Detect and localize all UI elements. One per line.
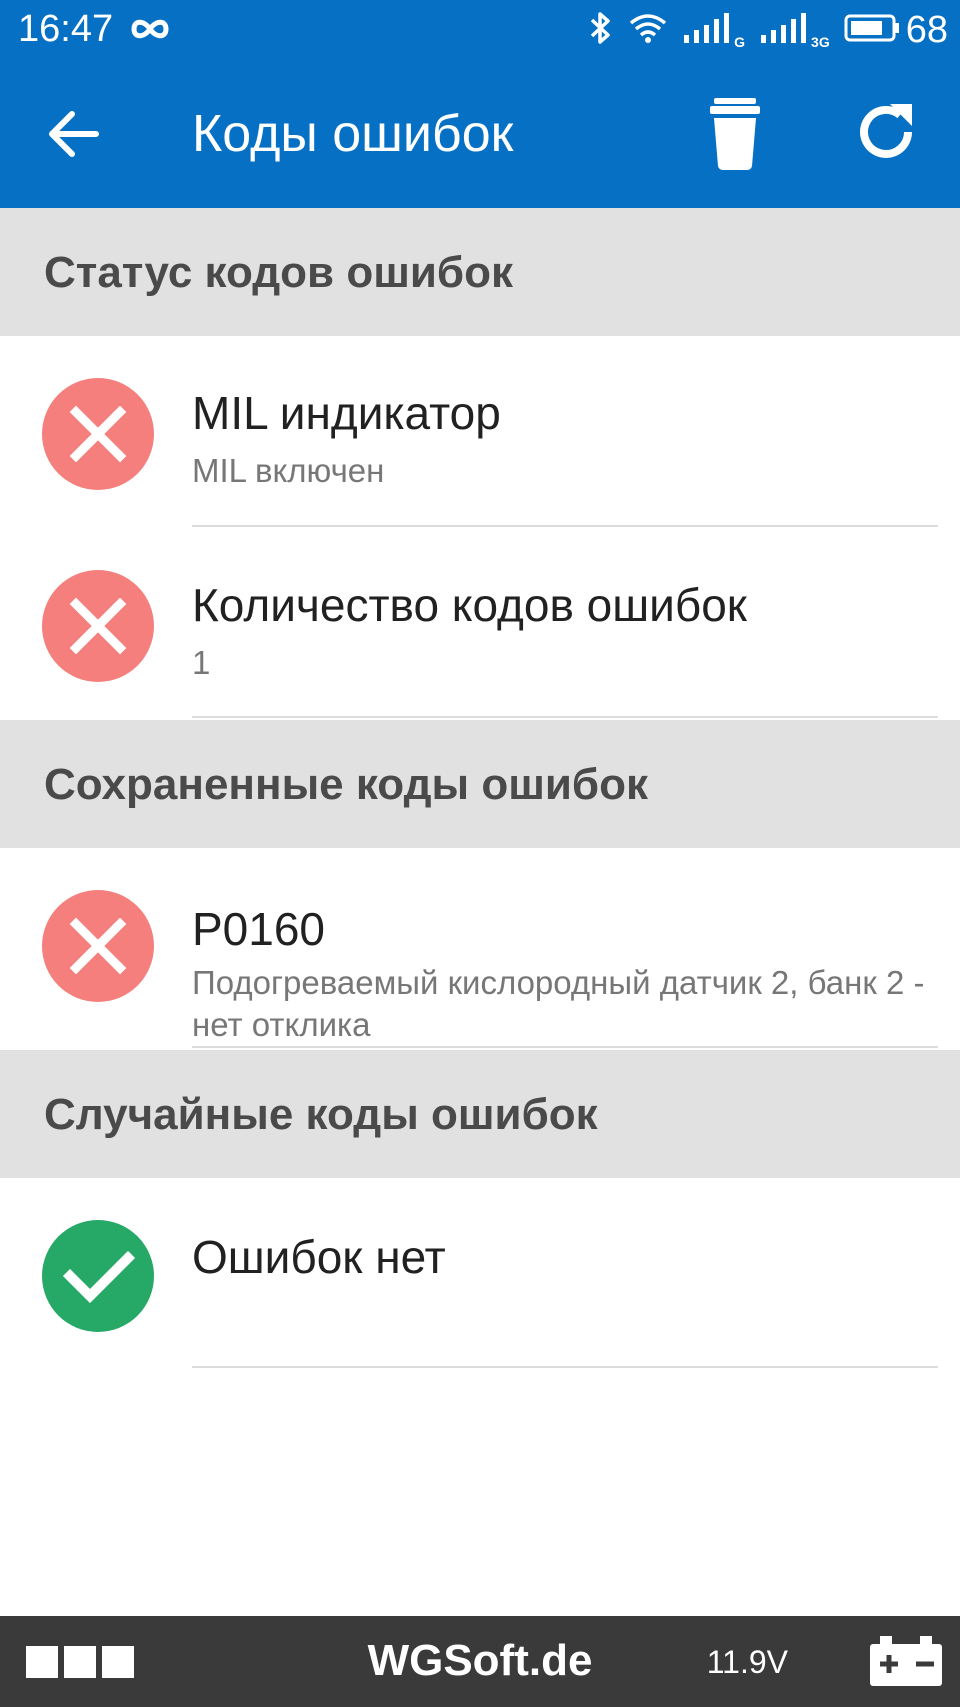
section-title: Случайные коды ошибок	[44, 1090, 598, 1139]
signal-icon	[682, 11, 732, 50]
wifi-icon	[628, 12, 668, 49]
list-item-title: P0160	[192, 903, 326, 955]
voltage-readout: 11.9V	[706, 1644, 788, 1680]
status-bar: 16:47 G 3G 68	[0, 0, 960, 60]
signal-icon	[759, 11, 809, 50]
section-header-stored: Сохраненные коды ошибок	[0, 720, 960, 848]
car-battery-icon	[870, 1636, 942, 1686]
list-item-title: MIL индикатор	[192, 387, 501, 439]
infinity-icon	[128, 12, 172, 51]
divider	[192, 1366, 938, 1368]
list-item-title: Ошибок нет	[192, 1231, 446, 1283]
error-icon	[42, 378, 154, 490]
brand-label: WGSoft.de	[367, 1636, 593, 1685]
list-item-title: Количество кодов ошибок	[192, 579, 747, 631]
battery-icon	[844, 13, 900, 48]
list-item-no-errors[interactable]: Ошибок нет	[0, 1178, 960, 1370]
divider	[192, 525, 938, 527]
section-header-pending: Случайные коды ошибок	[0, 1050, 960, 1178]
battery-level: 68	[905, 9, 948, 51]
status-time: 16:47	[18, 8, 114, 50]
list-item-subtitle: MIL включен	[192, 452, 385, 489]
network-type-label: G	[734, 34, 746, 50]
error-icon	[42, 570, 154, 682]
list-item-subtitle: 1	[192, 644, 211, 681]
trash-icon[interactable]	[700, 96, 770, 170]
list-item-code-count[interactable]: Количество кодов ошибок 1	[0, 528, 960, 720]
refresh-icon[interactable]	[850, 96, 922, 168]
back-arrow-icon[interactable]	[44, 102, 108, 166]
list-item-subtitle: Подогреваемый кислородный датчик 2, банк…	[192, 964, 925, 1043]
section-header-status: Статус кодов ошибок	[0, 208, 960, 336]
status-icons: G 3G 68	[574, 8, 948, 52]
list-item-mil[interactable]: MIL индикатор MIL включен	[0, 336, 960, 528]
list-item-p0160[interactable]: P0160 Подогреваемый кислородный датчик 2…	[0, 848, 960, 1048]
section-title: Сохраненные коды ошибок	[44, 760, 648, 809]
divider	[192, 1046, 938, 1048]
bluetooth-icon	[588, 10, 614, 51]
page-title: Коды ошибок	[192, 105, 514, 163]
divider	[192, 716, 938, 718]
check-icon	[42, 1220, 154, 1332]
error-icon	[42, 890, 154, 1002]
app-bar: Коды ошибок	[0, 60, 960, 208]
network-type-label: 3G	[811, 34, 830, 50]
bottom-bar: WGSoft.de 11.9V	[0, 1616, 960, 1707]
section-title: Статус кодов ошибок	[44, 248, 514, 297]
